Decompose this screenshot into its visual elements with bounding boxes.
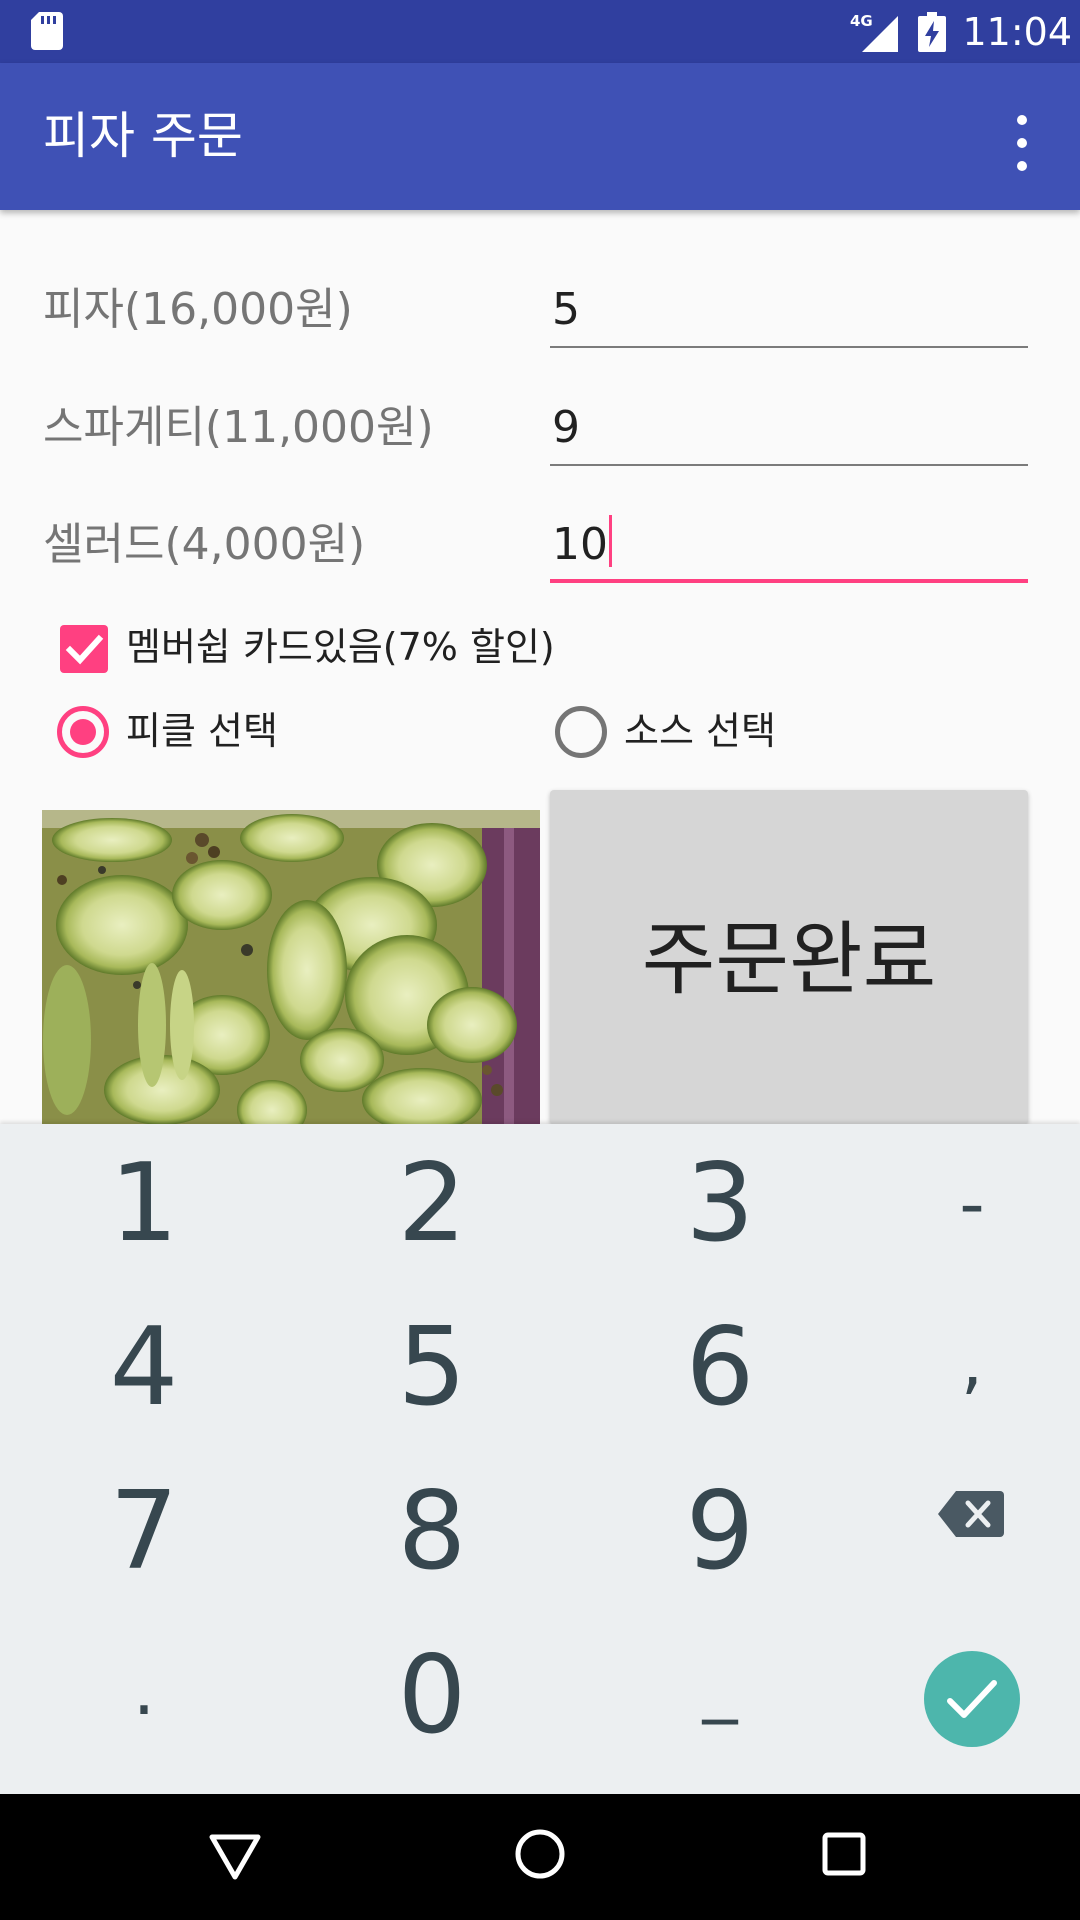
pizza-quantity-field[interactable]: 5 [550,278,1028,348]
text-cursor [609,515,612,567]
sd-card-icon [31,12,63,50]
pickle-image [42,810,540,1124]
order-complete-label: 주문완료 [641,913,937,1006]
status-bar: 4G 11:04 [0,0,1080,63]
key-8[interactable]: 8 [332,1472,532,1592]
membership-checkbox[interactable] [60,625,108,673]
key-period[interactable]: . [44,1630,244,1750]
key-4[interactable]: 4 [44,1308,244,1428]
key-2[interactable]: 2 [332,1144,532,1264]
membership-label[interactable]: 멤버쉽 카드있음(7% 할인) [126,618,555,676]
key-9[interactable]: 9 [620,1472,820,1592]
recent-apps-icon[interactable] [822,1832,866,1876]
sauce-radio[interactable] [555,706,607,758]
salad-label: 셀러드(4,000원) [43,519,366,570]
pickle-photo [42,810,540,1124]
numeric-keyboard: 1 2 3 - 4 5 6 , 7 8 9 . 0 _ [0,1124,1080,1794]
key-0[interactable]: 0 [332,1636,532,1756]
overflow-menu-icon[interactable] [1004,108,1040,178]
key-7[interactable]: 7 [44,1472,244,1592]
home-icon[interactable] [514,1828,566,1880]
back-icon[interactable] [208,1831,262,1883]
key-minus[interactable]: - [872,1144,1072,1264]
enter-check-icon [947,1680,997,1718]
key-1[interactable]: 1 [44,1144,244,1264]
salad-quantity-field[interactable]: 10 [550,513,1028,583]
pickle-radio[interactable] [57,706,109,758]
key-6[interactable]: 6 [620,1308,820,1428]
spaghetti-label: 스파게티(11,000원) [43,402,434,453]
pizza-quantity-value: 5 [552,284,580,335]
battery-charging-icon [918,12,946,52]
pizza-label: 피자(16,000원) [43,284,353,335]
key-comma[interactable]: , [872,1302,1072,1422]
key-space[interactable]: _ [620,1624,820,1744]
spaghetti-quantity-field[interactable]: 9 [550,396,1028,466]
enter-check-key[interactable] [924,1651,1020,1747]
pickle-radio-label[interactable]: 피클 선택 [126,702,278,760]
sauce-radio-label[interactable]: 소스 선택 [624,702,776,760]
navigation-bar [0,1794,1080,1920]
key-5[interactable]: 5 [332,1308,532,1428]
app-title: 피자 주문 [43,107,243,165]
backspace-icon[interactable] [938,1489,1004,1539]
app-bar: 피자 주문 [0,63,1080,210]
salad-quantity-value: 10 [552,519,608,570]
salad-quantity-wrap: 10 [552,515,612,575]
key-3[interactable]: 3 [620,1144,820,1264]
signal-4g-icon: 4G [850,12,898,52]
network-type: 4G [850,12,873,30]
checkmark-icon [65,634,104,665]
spaghetti-quantity-value: 9 [552,402,580,453]
clock: 11:04 [962,10,1072,54]
order-complete-button[interactable]: 주문완료 [550,790,1028,1124]
